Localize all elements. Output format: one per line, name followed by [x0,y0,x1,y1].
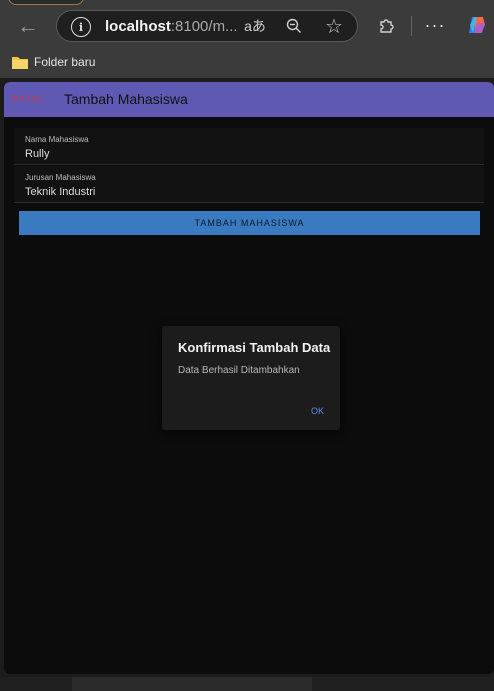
dialog-message: Data Berhasil Ditambahkan [178,365,300,376]
toolbar-divider [411,16,412,36]
read-aloud-icon[interactable]: aあ [243,16,267,36]
ok-button[interactable]: OK [311,406,324,416]
info-icon[interactable]: i [71,17,91,37]
browser-toolbar: ← i localhost:8100/m... aあ ☆ ··· [0,0,494,50]
major-field[interactable]: Jurusan Mahasiswa Teknik Industri [14,166,484,203]
url-text[interactable]: localhost:8100/m... [105,18,238,35]
confirm-dialog: Konfirmasi Tambah Data Data Berhasil Dit… [162,326,340,430]
favorite-star-icon[interactable]: ☆ [323,15,345,38]
dialog-title: Konfirmasi Tambah Data [178,340,331,355]
name-input[interactable]: Rully [25,148,49,160]
copilot-icon[interactable] [465,13,489,37]
extensions-icon[interactable] [376,13,398,37]
address-bar[interactable]: i localhost:8100/m... aあ ☆ [56,10,358,42]
more-icon[interactable]: ··· [424,14,446,36]
taskbar-item [72,677,312,691]
name-field-label: Nama Mahasiswa [25,135,89,144]
cancel-button[interactable]: BATAL [12,94,44,104]
app-toolbar: BATAL Tambah Mahasiswa [4,82,494,117]
add-student-button[interactable]: TAMBAH MAHASISWA [19,211,480,235]
bookmark-folder[interactable]: Folder baru [34,55,95,69]
tab-stub[interactable] [8,0,84,5]
back-icon[interactable]: ← [14,13,42,39]
app-viewport: BATAL Tambah Mahasiswa Nama Mahasiswa Ru… [4,82,494,674]
major-field-label: Jurusan Mahasiswa [25,173,96,182]
name-field[interactable]: Nama Mahasiswa Rully [14,128,484,165]
taskbar-strip [0,677,494,691]
major-input[interactable]: Teknik Industri [25,186,95,198]
folder-icon[interactable] [11,54,29,70]
zoom-out-icon[interactable] [283,16,305,36]
page-title: Tambah Mahasiswa [64,91,188,107]
bookmarks-bar: Folder baru [0,50,494,78]
